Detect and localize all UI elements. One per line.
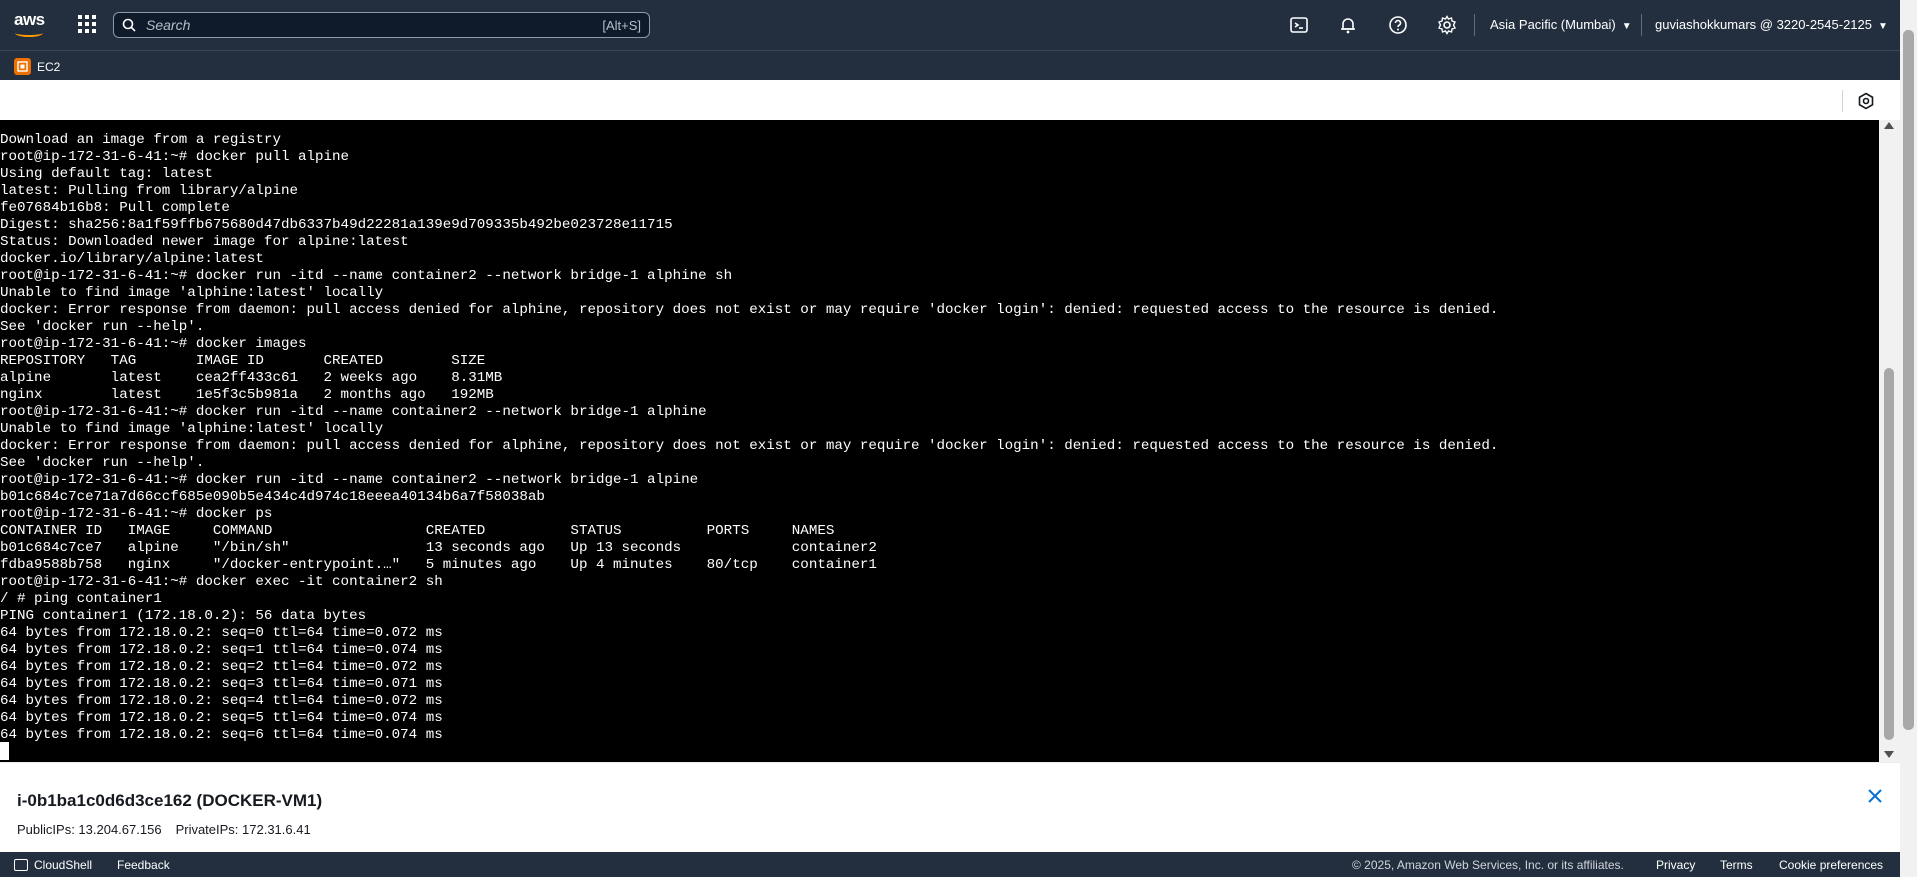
instance-info-panel: i-0b1ba1c0d6d3ce162 (DOCKER-VM1) PublicI… [0, 762, 1900, 852]
cloudshell-icon[interactable] [1289, 15, 1309, 35]
terminal-line: 64 bytes from 172.18.0.2: seq=4 ttl=64 t… [0, 693, 443, 709]
terminal-line: root@ip-172-31-6-41:~# docker run -itd -… [0, 472, 699, 488]
terminal-line: 64 bytes from 172.18.0.2: seq=5 ttl=64 t… [0, 710, 443, 726]
terminal-line: See 'docker run --help'. [0, 455, 205, 471]
service-bar: EC2 [0, 50, 1917, 80]
cookie-preferences-link[interactable]: Cookie preferences [1779, 858, 1883, 872]
terminal-line: docker: Error response from daemon: pull… [0, 438, 1499, 454]
ec2-icon[interactable] [14, 58, 31, 75]
terminal-line: / # ping container1 [0, 591, 162, 607]
search-placeholder: Search [146, 17, 191, 33]
chevron-down-icon: ▼ [1878, 21, 1888, 32]
close-icon[interactable] [1866, 787, 1884, 805]
instance-ips: PublicIPs: 13.204.67.156 PrivateIPs: 172.… [17, 822, 325, 837]
terminal-line: root@ip-172-31-6-41:~# docker ps [0, 506, 273, 522]
terminal-line: 64 bytes from 172.18.0.2: seq=0 ttl=64 t… [0, 625, 443, 641]
terminal-line: 64 bytes from 172.18.0.2: seq=3 ttl=64 t… [0, 676, 443, 692]
terms-link[interactable]: Terms [1720, 858, 1753, 872]
terminal-line: PING container1 (172.18.0.2): 56 data by… [0, 608, 367, 624]
search-shortcut: [Alt+S] [602, 17, 641, 33]
terminal-line: docker.io/library/alpine:latest [0, 251, 264, 267]
terminal-line: alpine latest cea2ff433c61 2 weeks ago 8… [0, 370, 503, 386]
region-selector[interactable]: Asia Pacific (Mumbai) ▼ [1490, 17, 1632, 32]
terminal-line: Download an image from a registry [0, 132, 281, 148]
copyright: © 2025, Amazon Web Services, Inc. or its… [1352, 858, 1624, 872]
cloudshell-icon[interactable] [14, 859, 28, 871]
terminal-line: 64 bytes from 172.18.0.2: seq=1 ttl=64 t… [0, 642, 443, 658]
footer: CloudShell Feedback © 2025, Amazon Web S… [0, 852, 1900, 877]
instance-title: i-0b1ba1c0d6d3ce162 (DOCKER-VM1) [17, 791, 323, 810]
terminal-line: latest: Pulling from library/alpine [0, 183, 298, 199]
terminal-line: fe07684b16b8: Pull complete [0, 200, 230, 216]
terminal-line: root@ip-172-31-6-41:~# docker run -itd -… [0, 404, 707, 420]
services-grid-icon[interactable] [78, 15, 96, 33]
terminal[interactable]: Download an image from a registry root@ip… [0, 120, 1879, 762]
terminal-line: fdba9588b758 nginx "/docker-entrypoint.…… [0, 557, 877, 573]
search-input[interactable]: Search [Alt+S] [113, 12, 650, 38]
chevron-down-icon: ▼ [1621, 21, 1632, 32]
terminal-line: Status: Downloaded newer image for alpin… [0, 234, 409, 250]
terminal-output: Download an image from a registry root@ip… [0, 120, 1879, 744]
privacy-link[interactable]: Privacy [1656, 858, 1695, 872]
page-scrollbar[interactable] [1900, 0, 1917, 877]
aws-logo-text: aws [14, 10, 45, 29]
private-ips: PrivateIPs: 172.31.6.41 [175, 822, 311, 837]
session-settings-icon[interactable] [1857, 92, 1875, 110]
terminal-line: See 'docker run --help'. [0, 319, 205, 335]
terminal-line: 64 bytes from 172.18.0.2: seq=6 ttl=64 t… [0, 727, 443, 743]
terminal-line: root@ip-172-31-6-41:~# docker run -itd -… [0, 268, 733, 284]
nav-divider [1474, 14, 1475, 36]
scroll-up-icon[interactable] [1884, 122, 1894, 129]
terminal-line: root@ip-172-31-6-41:~# docker pull alpin… [0, 149, 350, 165]
session-toolbar [0, 80, 1900, 120]
search-icon [122, 18, 136, 32]
terminal-line: 64 bytes from 172.18.0.2: seq=2 ttl=64 t… [0, 659, 443, 675]
top-navigation: aws Search [Alt+S] Asia Pacific (Mumbai)… [0, 0, 1917, 50]
terminal-scrollbar[interactable] [1879, 120, 1900, 762]
region-label: Asia Pacific (Mumbai) [1490, 17, 1616, 32]
aws-smile-icon [15, 29, 43, 37]
bell-icon[interactable] [1338, 15, 1358, 35]
help-icon[interactable] [1388, 15, 1408, 35]
page-scroll-thumb[interactable] [1903, 30, 1914, 730]
terminal-line: docker: Error response from daemon: pull… [0, 302, 1499, 318]
terminal-line: root@ip-172-31-6-41:~# docker exec -it c… [0, 574, 443, 590]
aws-logo[interactable]: aws [14, 10, 46, 38]
terminal-line: Using default tag: latest [0, 166, 213, 182]
terminal-line: Unable to find image 'alphine:latest' lo… [0, 285, 384, 301]
account-label: guviashokkumars @ 3220-2545-2125 [1655, 17, 1872, 32]
gear-icon[interactable] [1437, 15, 1457, 35]
ec2-service-link[interactable]: EC2 [37, 60, 60, 74]
terminal-line: REPOSITORY TAG IMAGE ID CREATED SIZE [0, 353, 486, 369]
nav-divider [1641, 14, 1642, 36]
terminal-line: root@ip-172-31-6-41:~# docker images [0, 336, 307, 352]
cloudshell-link[interactable]: CloudShell [34, 858, 92, 872]
terminal-line: Unable to find image 'alphine:latest' lo… [0, 421, 384, 437]
terminal-line: b01c684c7ce7 alpine "/bin/sh" 13 seconds… [0, 540, 877, 556]
scroll-thumb[interactable] [1884, 368, 1894, 740]
scroll-down-icon[interactable] [1884, 751, 1894, 758]
terminal-line: nginx latest 1e5f3c5b981a 2 months ago 1… [0, 387, 494, 403]
account-menu[interactable]: guviashokkumars @ 3220-2545-2125 ▼ [1655, 17, 1888, 32]
feedback-link[interactable]: Feedback [117, 858, 170, 872]
terminal-line: b01c684c7ce71a7d66ccf685e090b5e434c4d974… [0, 489, 545, 505]
public-ips: PublicIPs: 13.204.67.156 [17, 822, 162, 837]
terminal-line: Digest: sha256:8a1f59ffb675680d47db6337b… [0, 217, 673, 233]
toolbar-divider [1842, 90, 1843, 112]
terminal-line: CONTAINER ID IMAGE COMMAND CREATED STATU… [0, 523, 835, 539]
terminal-cursor [0, 742, 9, 760]
